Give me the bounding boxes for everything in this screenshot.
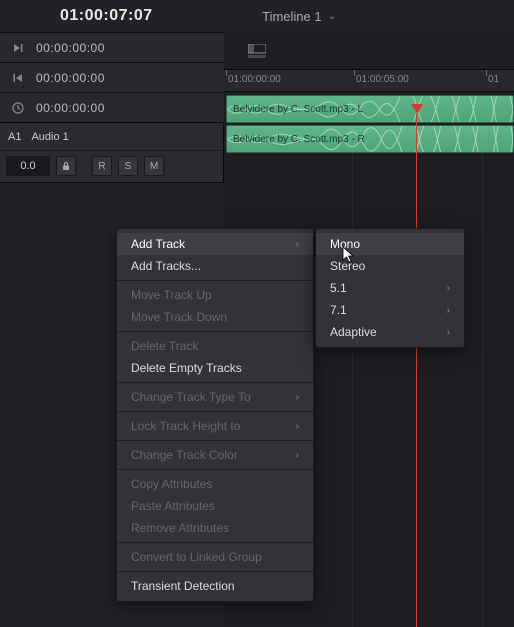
submenu-item[interactable]: 5.1 › (316, 277, 464, 299)
menu-item: Delete Track (117, 335, 313, 357)
add-track-submenu: Mono Stereo 5.1 › 7.1 › Adaptive › (315, 228, 465, 348)
ruler-tick: 01:00:05:00 (356, 74, 409, 85)
menu-item-label: Delete Track (131, 339, 198, 353)
menu-item: Move Track Down (117, 306, 313, 328)
clip-label: Belvidere by C. Scott.mp3 - R (233, 134, 365, 145)
menu-item-label: Delete Empty Tracks (131, 361, 242, 375)
track-buttons: 0.0 R S M (0, 151, 223, 181)
menu-separator (117, 440, 313, 441)
menu-item-label: Move Track Down (131, 310, 227, 324)
submenu-item-label: 7.1 (330, 303, 347, 317)
menu-item: Change Track Color › (117, 444, 313, 466)
menu-item-label: Change Track Color (131, 448, 238, 462)
menu-item-label: Remove Attributes (131, 521, 229, 535)
volume-value[interactable]: 0.0 (6, 156, 50, 176)
context-menu: Add Track › Add Tracks... Move Track Up Move… (116, 228, 314, 602)
menu-item: Convert to Linked Group (117, 546, 313, 568)
clock-icon[interactable] (0, 102, 36, 114)
submenu-item[interactable]: Adaptive › (316, 321, 464, 343)
timecode-value: 00:00:00:00 (36, 101, 105, 115)
playhead[interactable] (416, 114, 417, 627)
submenu-item[interactable]: 7.1 › (316, 299, 464, 321)
menu-separator (117, 280, 313, 281)
main-timecode: 01:00:07:07 (60, 7, 153, 25)
grid-line (482, 124, 483, 627)
menu-item-label: Convert to Linked Group (131, 550, 262, 564)
timecode-header: 01:00:07:07 Timeline 1 ⌄ (0, 0, 514, 32)
audio-lane[interactable]: Belvidere by C. Scott.mp3 - L Belvidere … (224, 94, 514, 154)
menu-item: Change Track Type To › (117, 386, 313, 408)
lock-icon[interactable] (56, 156, 76, 176)
chevron-down-icon: ⌄ (328, 11, 336, 22)
audio-clip-left[interactable]: Belvidere by C. Scott.mp3 - L (226, 95, 514, 123)
timeline-name: Timeline 1 (262, 9, 321, 24)
submenu-item[interactable]: Mono (316, 233, 464, 255)
menu-separator (117, 469, 313, 470)
timecode-value: 00:00:00:00 (36, 71, 105, 85)
chevron-right-icon: › (447, 327, 450, 338)
menu-separator (117, 542, 313, 543)
track-panel: A1 Audio 1 0.0 R S M (0, 123, 224, 182)
menu-item-label: Lock Track Height to (131, 419, 240, 433)
track-name: Audio 1 (31, 131, 68, 143)
menu-item-label: Add Tracks... (131, 259, 201, 273)
skip-next-icon[interactable] (0, 42, 36, 54)
menu-item[interactable]: Delete Empty Tracks (117, 357, 313, 379)
submenu-item-label: 5.1 (330, 281, 347, 295)
chevron-right-icon: › (296, 450, 299, 461)
menu-item: Copy Attributes (117, 473, 313, 495)
timeline-ruler[interactable]: 01:00:00:00 01:00:05:00 01 (224, 70, 514, 92)
menu-item[interactable]: Transient Detection (117, 575, 313, 597)
timecode-value: 00:00:00:00 (36, 41, 105, 55)
audio-clip-right[interactable]: Belvidere by C. Scott.mp3 - R (226, 125, 514, 153)
menu-item-label: Copy Attributes (131, 477, 212, 491)
submenu-item-label: Stereo (330, 259, 365, 273)
record-button[interactable]: R (92, 156, 112, 176)
menu-item: Move Track Up (117, 284, 313, 306)
grid-line (352, 124, 353, 627)
chevron-right-icon: › (296, 421, 299, 432)
mute-button[interactable]: M (144, 156, 164, 176)
chevron-right-icon: › (447, 283, 450, 294)
ruler-tick: 01 (488, 74, 499, 85)
menu-separator (117, 382, 313, 383)
menu-item-label: Transient Detection (131, 579, 235, 593)
track-label-row[interactable]: A1 Audio 1 (0, 123, 223, 151)
skip-prev-icon[interactable] (0, 72, 36, 84)
submenu-item-label: Mono (330, 237, 360, 251)
menu-item[interactable]: Add Track › (117, 233, 313, 255)
chevron-right-icon: › (296, 239, 299, 250)
menu-item[interactable]: Add Tracks... (117, 255, 313, 277)
menu-item-label: Change Track Type To (131, 390, 251, 404)
solo-button[interactable]: S (118, 156, 138, 176)
timeline-view-icon[interactable] (224, 32, 514, 70)
menu-item-label: Add Track (131, 237, 185, 251)
submenu-item-label: Adaptive (330, 325, 377, 339)
menu-item: Remove Attributes (117, 517, 313, 539)
menu-item-label: Paste Attributes (131, 499, 215, 513)
chevron-right-icon: › (296, 392, 299, 403)
menu-separator (117, 411, 313, 412)
menu-separator (117, 571, 313, 572)
menu-item: Paste Attributes (117, 495, 313, 517)
clip-label: Belvidere by C. Scott.mp3 - L (233, 104, 363, 115)
menu-item: Lock Track Height to › (117, 415, 313, 437)
menu-separator (117, 331, 313, 332)
timeline-dropdown[interactable]: Timeline 1 ⌄ (262, 9, 336, 24)
menu-item-label: Move Track Up (131, 288, 212, 302)
submenu-item[interactable]: Stereo (316, 255, 464, 277)
track-id: A1 (8, 131, 21, 143)
chevron-right-icon: › (447, 305, 450, 316)
ruler-tick: 01:00:00:00 (228, 74, 281, 85)
